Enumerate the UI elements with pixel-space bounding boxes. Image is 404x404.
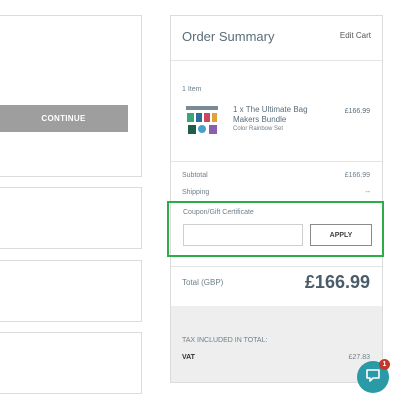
shipping-label: Shipping — [182, 189, 210, 196]
billing-step-panel — [0, 187, 142, 249]
order-summary: Order Summary Edit Cart 1 Item 1 x The U… — [170, 15, 383, 383]
chat-bubble-icon — [365, 367, 381, 388]
total-label: Total (GBP) — [182, 278, 224, 287]
subtotal-value: £166.99 — [344, 172, 370, 179]
shipping-value: -- — [365, 189, 370, 196]
coupon-input[interactable] — [183, 224, 303, 246]
chat-notification-badge: 1 — [379, 359, 390, 370]
coupon-label: Coupon/Gift Certificate — [183, 209, 254, 216]
continue-button[interactable]: CONTINUE — [0, 105, 128, 132]
subtotal-label: Subtotal — [182, 172, 208, 179]
order-summary-title: Order Summary — [182, 29, 275, 44]
divider — [171, 60, 382, 61]
edit-cart-link[interactable]: Edit Cart — [340, 31, 371, 40]
divider — [171, 266, 382, 267]
vat-value: £27.83 — [348, 354, 370, 361]
product-name: 1 x The Ultimate Bag Makers Bundle — [233, 105, 308, 124]
payment-step-panel — [0, 260, 142, 322]
tax-heading: TAX INCLUDED IN TOTAL: — [182, 337, 268, 344]
vat-label: VAT — [182, 354, 195, 361]
total-value: £166.99 — [304, 272, 370, 292]
review-step-panel — [0, 332, 142, 394]
product-price: £166.99 — [344, 108, 370, 115]
product-variant: Color Rainbow Set — [233, 126, 284, 132]
apply-button[interactable]: APPLY — [310, 224, 372, 246]
divider — [171, 161, 382, 162]
item-count: 1 Item — [182, 86, 202, 93]
tax-section: TAX INCLUDED IN TOTAL: VAT £27.83 — [171, 306, 382, 382]
coupon-section: Coupon/Gift Certificate APPLY — [167, 201, 384, 257]
product-thumbnail — [184, 102, 220, 138]
shipping-step-panel: CONTINUE — [0, 15, 142, 177]
